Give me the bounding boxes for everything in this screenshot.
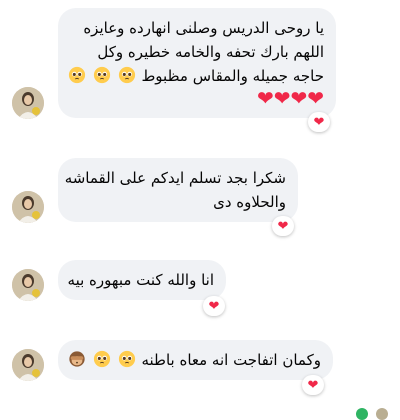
emoji-group — [67, 348, 137, 372]
pleading-face-icon — [118, 350, 135, 368]
message-bubble[interactable]: يا روحى الدريس وصلنى انهارده وعايزه الله… — [58, 8, 336, 118]
emoji-group — [67, 64, 137, 88]
sender-avatar[interactable] — [12, 87, 44, 119]
message-bubble[interactable]: شكرا بجد تسلم ايدكم على القماشه والحلاوه… — [58, 158, 298, 222]
red-heart-icon: ❤ — [256, 86, 274, 110]
message-line: انا والله كنت مبهوره بيه — [67, 271, 214, 289]
red-heart-icon: ❤ — [307, 377, 319, 393]
message-line-text: حاجه جميله والمقاس مظبوط — [141, 67, 324, 85]
reaction-badge[interactable]: ❤ — [272, 216, 294, 236]
see-no-evil-monkey-icon — [69, 351, 85, 367]
pleading-face-icon — [93, 66, 110, 84]
message-line: وكمان اتفاجت انه معاه باطنه — [67, 348, 321, 372]
red-heart-icon: ❤ — [290, 86, 308, 110]
message-line: والحلاوه دى — [213, 193, 286, 211]
sender-avatar[interactable] — [12, 269, 44, 301]
message-line: ❤❤❤❤ — [70, 88, 324, 112]
red-heart-icon: ❤ — [313, 114, 325, 130]
red-heart-icon: ❤ — [273, 86, 291, 110]
pleading-face-icon — [68, 66, 86, 84]
pleading-face-icon — [93, 350, 110, 368]
seen-indicator-icon — [376, 408, 388, 420]
message-line: حاجه جميله والمقاس مظبوط — [67, 64, 324, 88]
reaction-badge[interactable]: ❤ — [308, 112, 330, 132]
sender-avatar[interactable] — [12, 191, 44, 223]
avatar-photo-icon — [12, 269, 44, 301]
red-heart-icon: ❤ — [277, 218, 289, 234]
message-bubble[interactable]: وكمان اتفاجت انه معاه باطنه — [58, 340, 333, 380]
reaction-badge[interactable]: ❤ — [203, 296, 225, 316]
red-heart-icon: ❤ — [307, 86, 324, 110]
seen-indicator-icon — [356, 408, 368, 420]
pleading-face-icon — [118, 66, 135, 84]
avatar-photo-icon — [12, 191, 44, 223]
message-line: شكرا بجد تسلم ايدكم على القماشه — [64, 169, 286, 187]
reaction-badge[interactable]: ❤ — [302, 375, 324, 395]
message-bubble[interactable]: انا والله كنت مبهوره بيه — [58, 260, 226, 300]
avatar-photo-icon — [12, 87, 44, 119]
message-line: يا روحى الدريس وصلنى انهارده وعايزه — [83, 19, 324, 37]
red-heart-icon: ❤ — [208, 298, 220, 314]
avatar-photo-icon — [12, 349, 44, 381]
message-line: اللهم بارك تحفه والخامه خطيره وكل — [97, 43, 324, 61]
message-line-text: وكمان اتفاجت انه معاه باطنه — [141, 351, 321, 369]
sender-avatar[interactable] — [12, 349, 44, 381]
